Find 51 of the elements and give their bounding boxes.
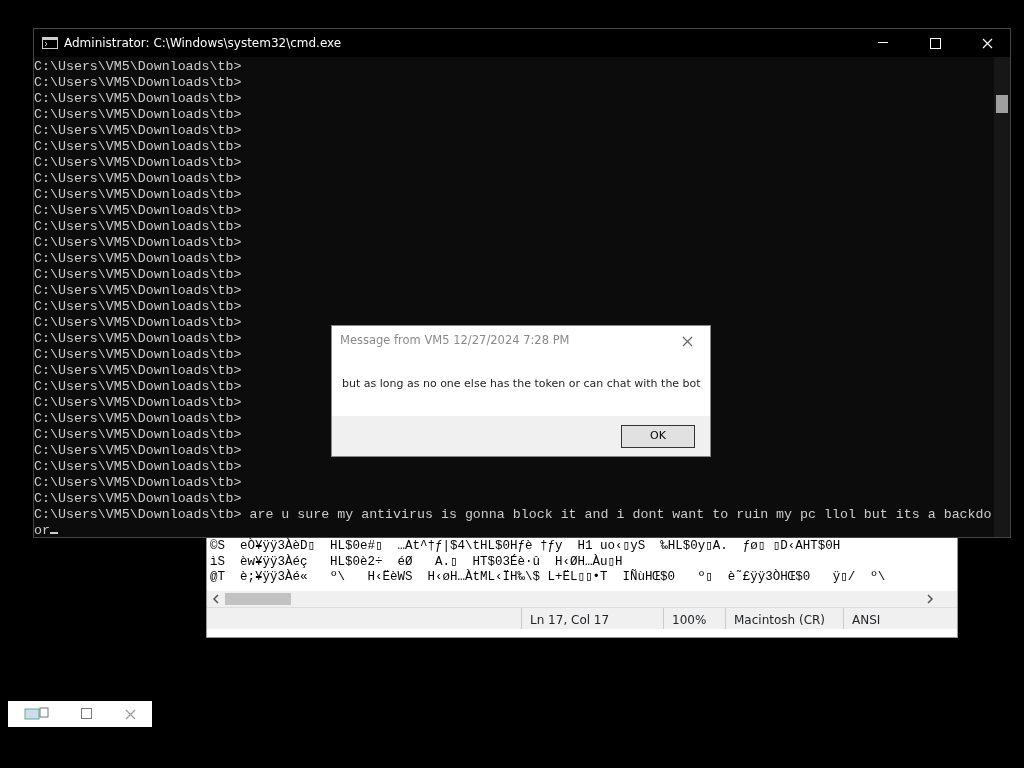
status-text: 100% — [663, 608, 725, 629]
console-line: C:\Users\VM5\Downloads\tb> — [34, 107, 242, 123]
console-line: C:\Users\VM5\Downloads\tb> — [34, 139, 242, 155]
scroll-left-icon[interactable] — [211, 594, 221, 604]
console-icon — [42, 37, 58, 49]
console-line: C:\Users\VM5\Downloads\tb> — [34, 123, 242, 139]
text-cursor — [49, 532, 58, 534]
console-line: C:\Users\VM5\Downloads\tb> — [34, 251, 242, 267]
text-line: ìS èw¥ÿÿ3Àéç HL$0è2÷ éØ A.▯ HT$03Éè·û H‹ØH…Àu▯H — [210, 554, 623, 569]
console-line: C:\Users\VM5\Downloads\tb> — [34, 411, 242, 427]
console-line: C:\Users\VM5\Downloads\tb> — [34, 379, 242, 395]
console-line: C:\Users\VM5\Downloads\tb> — [34, 219, 242, 235]
ok-button[interactable]: OK — [621, 424, 695, 448]
status-text: Macintosh (CR) — [725, 608, 843, 629]
console-line: C:\Users\VM5\Downloads\tb> — [34, 363, 242, 379]
console-line: C:\Users\VM5\Downloads\tb> — [34, 267, 242, 283]
console-line: C:\Users\VM5\Downloads\tb> are u sure my antivirus is gonna block it and i dont want to ruin my pc llol but its a backdo — [34, 507, 992, 523]
scroll-right-icon[interactable] — [925, 594, 935, 604]
console-line: C:\Users\VM5\Downloads\tb> — [34, 331, 242, 347]
console-line: C:\Users\VM5\Downloads\tb> — [34, 459, 242, 475]
console-line: C:\Users\VM5\Downloads\tb> — [34, 155, 242, 171]
console-line: or — [34, 523, 50, 538]
console-line: C:\Users\VM5\Downloads\tb> — [34, 59, 242, 75]
console-line: C:\Users\VM5\Downloads\tb> — [34, 203, 242, 219]
restore-icon[interactable] — [81, 708, 94, 720]
scrollbar-thumb[interactable] — [996, 95, 1008, 113]
scrollbar-thumb[interactable] — [225, 593, 291, 605]
minimize-icon[interactable] — [877, 42, 889, 44]
console-line: C:\Users\VM5\Downloads\tb> — [34, 91, 242, 107]
status-text: Ln 17, Col 17 — [521, 608, 663, 629]
console-line: C:\Users\VM5\Downloads\tb> — [34, 395, 242, 411]
console-line: C:\Users\VM5\Downloads\tb> — [34, 187, 242, 203]
maximize-icon[interactable] — [929, 37, 941, 49]
dialog-title: Message from VM5 12/27/2024 7:28 PM — [340, 332, 570, 350]
console-line: C:\Users\VM5\Downloads\tb> — [34, 427, 242, 443]
console-line: C:\Users\VM5\Downloads\tb> — [34, 75, 242, 91]
window-title: Administrator: C:\Windows\system32\cmd.exe — [64, 35, 342, 52]
console-line: C:\Users\VM5\Downloads\tb> — [34, 299, 242, 315]
status-text: ANSI — [843, 608, 903, 629]
console-line: C:\Users\VM5\Downloads\tb> — [34, 491, 242, 507]
console-line: C:\Users\VM5\Downloads\tb> — [34, 475, 242, 491]
text-line: @T è;¥ÿÿ3Àé« º\ H‹ËèWS H‹øH…ÀtML‹ÏH‰\$ L+ËL▯▯•T IÑùHŒ$0 º▯ è˜£ÿÿ3ÒHŒ$0 ÿ▯/ º\ — [210, 570, 886, 586]
console-line: C:\Users\VM5\Downloads\tb> — [34, 171, 242, 187]
console-line: C:\Users\VM5\Downloads\tb> — [34, 315, 242, 331]
monitor-icon[interactable] — [23, 707, 50, 721]
console-line: C:\Users\VM5\Downloads\tb> — [34, 235, 242, 251]
console-line: C:\Users\VM5\Downloads\tb> — [34, 443, 242, 459]
message-text: but as long as no one else has the token or can chat with the bot — [341, 376, 702, 392]
console-line: C:\Users\VM5\Downloads\tb> — [34, 283, 242, 299]
console-line: C:\Users\VM5\Downloads\tb> — [34, 347, 242, 363]
text-line: ©S eÒ¥ÿÿ3ÀèD▯ HL$0e#▯ …At^†ƒ|$4\tHL$0Hƒè †ƒy H1 uo‹▯yS ‰HL$0y▯A. ƒø▯ ▯D‹AHT$0H — [210, 539, 841, 554]
